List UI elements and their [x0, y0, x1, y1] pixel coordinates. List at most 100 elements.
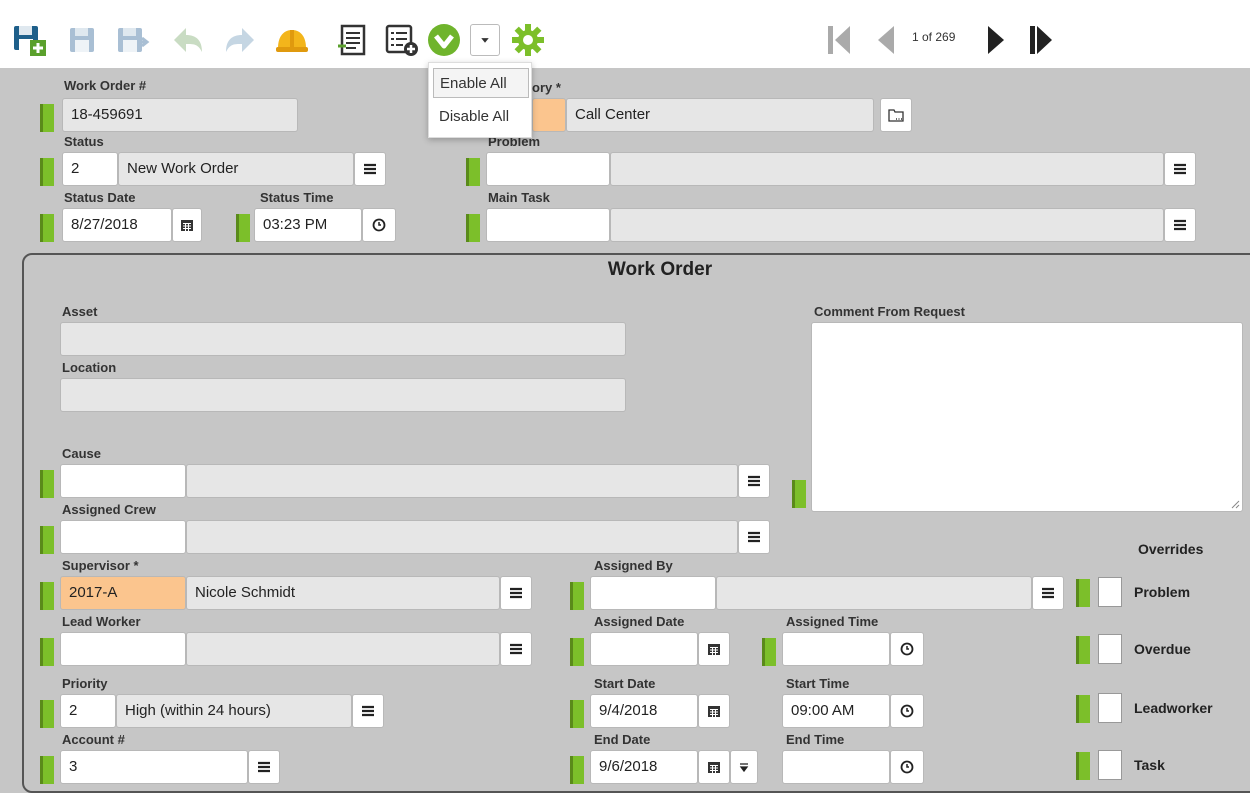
- end-date-picker[interactable]: [698, 750, 730, 784]
- account-marker: [40, 756, 54, 784]
- end-time-input[interactable]: [782, 750, 890, 784]
- location-input[interactable]: [60, 378, 626, 412]
- assigned-time-picker[interactable]: [890, 632, 924, 666]
- hard-hat-icon[interactable]: [274, 22, 310, 58]
- category-browse-button[interactable]: [880, 98, 912, 132]
- override-problem-checkbox[interactable]: [1098, 577, 1122, 607]
- dropdown-arrow-icon: [739, 763, 749, 773]
- override-problem-label: Problem: [1134, 584, 1191, 600]
- start-date-input[interactable]: 9/4/2018: [590, 694, 698, 728]
- cause-list-button[interactable]: [738, 464, 770, 498]
- next-record-icon[interactable]: [980, 22, 1016, 58]
- category-code-input[interactable]: [532, 98, 566, 132]
- menu-lines-icon: [364, 163, 376, 175]
- work-order-marker: [40, 104, 54, 132]
- cause-input[interactable]: [186, 464, 738, 498]
- add-list-icon[interactable]: [384, 22, 420, 58]
- cause-code-input[interactable]: [60, 464, 186, 498]
- assigned-by-input[interactable]: [716, 576, 1032, 610]
- supervisor-list-button[interactable]: [500, 576, 532, 610]
- previous-record-icon[interactable]: [868, 22, 904, 58]
- status-date-label: Status Date: [64, 190, 136, 205]
- assigned-time-input[interactable]: [782, 632, 890, 666]
- priority-list-button[interactable]: [352, 694, 384, 728]
- problem-code-input[interactable]: [486, 152, 610, 186]
- priority-code-input[interactable]: 2: [60, 694, 116, 728]
- resize-grip-icon[interactable]: [1230, 499, 1240, 509]
- save-forward-icon[interactable]: [116, 22, 152, 58]
- override-task-checkbox[interactable]: [1098, 750, 1122, 780]
- account-label: Account #: [62, 732, 125, 747]
- account-list-button[interactable]: [248, 750, 280, 784]
- account-input[interactable]: 3: [60, 750, 248, 784]
- status-date-input[interactable]: 8/27/2018: [62, 208, 172, 242]
- enable-all-item[interactable]: Enable All: [433, 68, 529, 98]
- status-input[interactable]: New Work Order: [118, 152, 354, 186]
- undo-icon[interactable]: [170, 22, 206, 58]
- start-time-picker[interactable]: [890, 694, 924, 728]
- calendar-icon: [708, 762, 720, 773]
- end-date-input[interactable]: 9/6/2018: [590, 750, 698, 784]
- override-leadworker-checkbox[interactable]: [1098, 693, 1122, 723]
- notes-icon[interactable]: [334, 22, 370, 58]
- supervisor-label: Supervisor *: [62, 558, 139, 573]
- comment-label: Comment From Request: [814, 304, 965, 319]
- disable-all-item[interactable]: Disable All: [433, 102, 529, 132]
- start-time-input[interactable]: 09:00 AM: [782, 694, 890, 728]
- first-record-icon[interactable]: [822, 22, 858, 58]
- status-date-picker[interactable]: [172, 208, 202, 242]
- assigned-date-picker[interactable]: [698, 632, 730, 666]
- status-list-button[interactable]: [354, 152, 386, 186]
- assigned-crew-list-button[interactable]: [738, 520, 770, 554]
- supervisor-input[interactable]: Nicole Schmidt: [186, 576, 500, 610]
- comment-marker: [792, 480, 806, 508]
- lead-worker-input[interactable]: [186, 632, 500, 666]
- main-task-input[interactable]: [610, 208, 1164, 242]
- end-date-dropdown[interactable]: [730, 750, 758, 784]
- assigned-date-input[interactable]: [590, 632, 698, 666]
- location-label: Location: [62, 360, 117, 375]
- override-overdue-marker: [1076, 636, 1090, 664]
- status-marker: [40, 158, 54, 186]
- category-input[interactable]: Call Center: [566, 98, 874, 132]
- asset-input[interactable]: [60, 322, 626, 356]
- save-new-icon[interactable]: [12, 22, 48, 58]
- category-label: ory *: [532, 80, 561, 95]
- redo-icon[interactable]: [222, 22, 258, 58]
- dropdown-caret-icon[interactable]: [470, 24, 500, 56]
- priority-input[interactable]: High (within 24 hours): [116, 694, 352, 728]
- status-time-label: Status Time: [260, 190, 334, 205]
- override-task-marker: [1076, 752, 1090, 780]
- main-task-list-button[interactable]: [1164, 208, 1196, 242]
- end-time-picker[interactable]: [890, 750, 924, 784]
- last-record-icon[interactable]: [1024, 22, 1060, 58]
- save-icon[interactable]: [64, 22, 100, 58]
- assigned-crew-code-input[interactable]: [60, 520, 186, 554]
- assigned-by-list-button[interactable]: [1032, 576, 1064, 610]
- priority-label: Priority: [62, 676, 108, 691]
- lead-worker-list-button[interactable]: [500, 632, 532, 666]
- section-title: Work Order: [607, 259, 713, 280]
- problem-list-button[interactable]: [1164, 152, 1196, 186]
- work-order-label: Work Order #: [64, 78, 147, 93]
- assigned-by-label: Assigned By: [594, 558, 673, 573]
- status-time-input[interactable]: 03:23 PM: [254, 208, 362, 242]
- status-code-input[interactable]: 2: [62, 152, 118, 186]
- assigned-crew-input[interactable]: [186, 520, 738, 554]
- work-order-input[interactable]: 18-459691: [62, 98, 298, 132]
- lead-worker-code-input[interactable]: [60, 632, 186, 666]
- start-date-picker[interactable]: [698, 694, 730, 728]
- main-task-code-input[interactable]: [486, 208, 610, 242]
- clock-icon: [900, 704, 914, 718]
- supervisor-code-input[interactable]: 2017-A: [60, 576, 186, 610]
- assigned-by-code-input[interactable]: [590, 576, 716, 610]
- start-date-label: Start Date: [594, 676, 656, 691]
- status-date-marker: [40, 214, 54, 242]
- comment-textarea[interactable]: [811, 322, 1243, 512]
- settings-gear-icon[interactable]: [510, 22, 546, 58]
- menu-lines-icon: [258, 761, 270, 773]
- override-overdue-checkbox[interactable]: [1098, 634, 1122, 664]
- enable-disable-icon[interactable]: [426, 22, 468, 58]
- status-time-picker[interactable]: [362, 208, 396, 242]
- problem-input[interactable]: [610, 152, 1164, 186]
